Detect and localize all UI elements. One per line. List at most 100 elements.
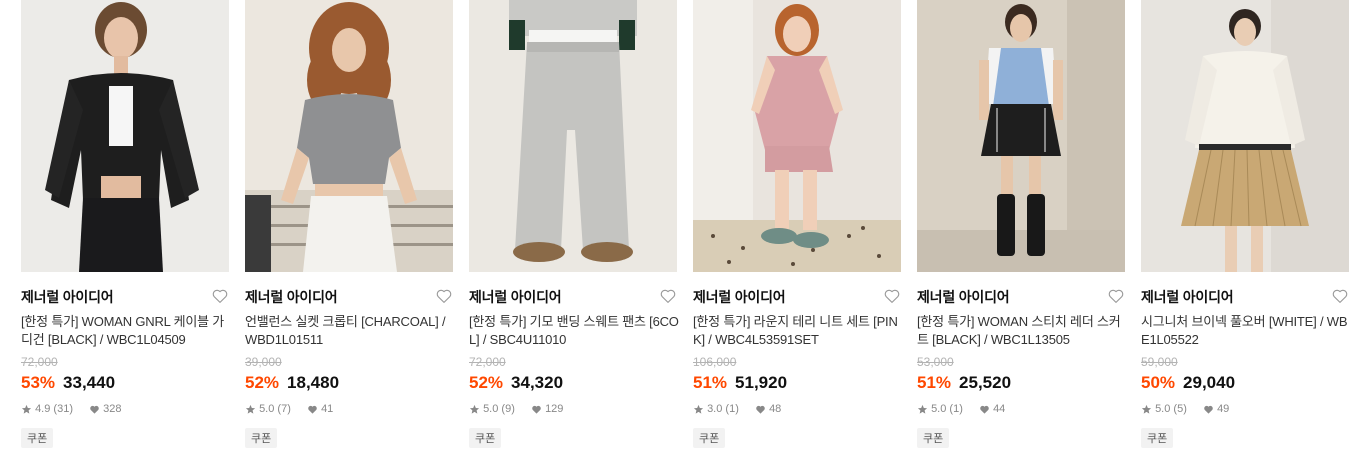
discount-rate: 51% xyxy=(693,373,728,392)
heart-icon[interactable] xyxy=(1107,287,1125,305)
original-price: 53,000 xyxy=(917,355,954,369)
rating-likes: 5.0 (5) 49 xyxy=(1141,403,1229,415)
star-icon xyxy=(1141,404,1152,414)
model-white-pullover-photo xyxy=(1141,0,1349,272)
price-row: 51% 25,520 xyxy=(917,373,1011,393)
product-card[interactable]: 제너럴 아이디어 [한정 특가] WOMAN 스티치 레더 스커트 [BLACK… xyxy=(917,0,1125,467)
rating-value: 5.0 xyxy=(259,403,275,416)
discount-rate: 50% xyxy=(1141,373,1176,392)
product-name[interactable]: 시그니처 브이넥 풀오버 [WHITE] / WBE1L05522 xyxy=(1141,313,1351,349)
heart-filled-icon xyxy=(1204,405,1213,414)
product-image[interactable] xyxy=(693,0,901,272)
star-icon xyxy=(245,404,256,414)
price-row: 50% 29,040 xyxy=(1141,373,1235,393)
star-icon xyxy=(21,404,32,414)
rating-value: 3.0 xyxy=(707,403,723,416)
product-image[interactable] xyxy=(1141,0,1349,272)
heart-filled-icon xyxy=(308,405,317,414)
brand-name[interactable]: 제너럴 아이디어 xyxy=(469,287,562,307)
sale-price: 29,040 xyxy=(1183,373,1236,392)
product-card[interactable]: 제너럴 아이디어 언밸런스 실켓 크롭티 [CHARCOAL] / WBD1L0… xyxy=(245,0,453,467)
like-count: 41 xyxy=(321,403,334,416)
original-price: 106,000 xyxy=(693,355,737,369)
rating-value: 5.0 xyxy=(483,403,499,416)
rating-likes: 5.0 (9) 129 xyxy=(469,403,563,415)
review-count: (5) xyxy=(1173,403,1187,416)
like-count: 129 xyxy=(545,403,564,416)
model-black-cardigan-photo xyxy=(21,0,229,272)
brand-name[interactable]: 제너럴 아이디어 xyxy=(917,287,1010,307)
brand-name[interactable]: 제너럴 아이디어 xyxy=(1141,287,1234,307)
model-charcoal-crop-tee-photo xyxy=(245,0,453,272)
price-row: 52% 34,320 xyxy=(469,373,563,393)
brand-row: 제너럴 아이디어 xyxy=(245,287,453,307)
review-count: (31) xyxy=(53,403,73,416)
brand-row: 제너럴 아이디어 xyxy=(469,287,677,307)
model-sweat-pants-photo xyxy=(469,0,677,272)
review-count: (9) xyxy=(501,403,515,416)
heart-filled-icon xyxy=(980,405,989,414)
star-icon xyxy=(917,404,928,414)
product-image[interactable] xyxy=(21,0,229,272)
product-grid: 제너럴 아이디어 [한정 특가] WOMAN GNRL 케이블 가디건 [BLA… xyxy=(0,0,1351,467)
rating-value: 5.0 xyxy=(931,403,947,416)
brand-row: 제너럴 아이디어 xyxy=(917,287,1125,307)
rating-value: 5.0 xyxy=(1155,403,1171,416)
product-name[interactable]: [한정 특가] WOMAN 스티치 레더 스커트 [BLACK] / WBC1L… xyxy=(917,313,1127,349)
original-price: 59,000 xyxy=(1141,355,1178,369)
model-pink-knit-set-photo xyxy=(693,0,901,272)
price-row: 53% 33,440 xyxy=(21,373,115,393)
heart-icon[interactable] xyxy=(435,287,453,305)
original-price: 39,000 xyxy=(245,355,282,369)
product-image[interactable] xyxy=(245,0,453,272)
sale-price: 18,480 xyxy=(287,373,340,392)
rating-likes: 4.9 (31) 328 xyxy=(21,403,122,415)
product-name[interactable]: [한정 특가] 기모 밴딩 스웨트 팬츠 [6COL] / SBC4U11010 xyxy=(469,313,679,349)
model-leather-skirt-photo xyxy=(917,0,1125,272)
heart-icon[interactable] xyxy=(1331,287,1349,305)
product-card[interactable]: 제너럴 아이디어 [한정 특가] WOMAN GNRL 케이블 가디건 [BLA… xyxy=(21,0,229,467)
product-name[interactable]: [한정 특가] 라운지 테리 니트 세트 [PINK] / WBC4L53591… xyxy=(693,313,903,349)
coupon-badge: 쿠폰 xyxy=(1141,428,1174,448)
sale-price: 25,520 xyxy=(959,373,1012,392)
heart-icon[interactable] xyxy=(211,287,229,305)
star-icon xyxy=(693,404,704,414)
heart-filled-icon xyxy=(90,405,99,414)
price-row: 51% 51,920 xyxy=(693,373,787,393)
brand-name[interactable]: 제너럴 아이디어 xyxy=(693,287,786,307)
like-count: 44 xyxy=(993,403,1006,416)
coupon-badge: 쿠폰 xyxy=(469,428,502,448)
brand-name[interactable]: 제너럴 아이디어 xyxy=(245,287,338,307)
discount-rate: 52% xyxy=(469,373,504,392)
product-card[interactable]: 제너럴 아이디어 시그니처 브이넥 풀오버 [WHITE] / WBE1L055… xyxy=(1141,0,1349,467)
product-card[interactable]: 제너럴 아이디어 [한정 특가] 기모 밴딩 스웨트 팬츠 [6COL] / S… xyxy=(469,0,679,467)
product-image[interactable] xyxy=(469,0,677,272)
coupon-badge: 쿠폰 xyxy=(693,428,726,448)
original-price: 72,000 xyxy=(21,355,58,369)
like-count: 49 xyxy=(1217,403,1230,416)
product-name[interactable]: 언밸런스 실켓 크롭티 [CHARCOAL] / WBD1L01511 xyxy=(245,313,455,349)
heart-filled-icon xyxy=(756,405,765,414)
product-name[interactable]: [한정 특가] WOMAN GNRL 케이블 가디건 [BLACK] / WBC… xyxy=(21,313,231,349)
rating-value: 4.9 xyxy=(35,403,51,416)
discount-rate: 53% xyxy=(21,373,56,392)
rating-likes: 5.0 (1) 44 xyxy=(917,403,1005,415)
brand-row: 제너럴 아이디어 xyxy=(1141,287,1349,307)
heart-filled-icon xyxy=(532,405,541,414)
product-card[interactable]: 제너럴 아이디어 [한정 특가] 라운지 테리 니트 세트 [PINK] / W… xyxy=(693,0,901,467)
sale-price: 51,920 xyxy=(735,373,788,392)
review-count: (1) xyxy=(725,403,739,416)
heart-icon[interactable] xyxy=(883,287,901,305)
like-count: 48 xyxy=(769,403,782,416)
star-icon xyxy=(469,404,480,414)
heart-icon[interactable] xyxy=(659,287,677,305)
price-row: 52% 18,480 xyxy=(245,373,339,393)
original-price: 72,000 xyxy=(469,355,506,369)
brand-name[interactable]: 제너럴 아이디어 xyxy=(21,287,114,307)
review-count: (1) xyxy=(949,403,963,416)
brand-row: 제너럴 아이디어 xyxy=(693,287,901,307)
coupon-badge: 쿠폰 xyxy=(917,428,950,448)
product-image[interactable] xyxy=(917,0,1125,272)
sale-price: 33,440 xyxy=(63,373,116,392)
coupon-badge: 쿠폰 xyxy=(245,428,278,448)
